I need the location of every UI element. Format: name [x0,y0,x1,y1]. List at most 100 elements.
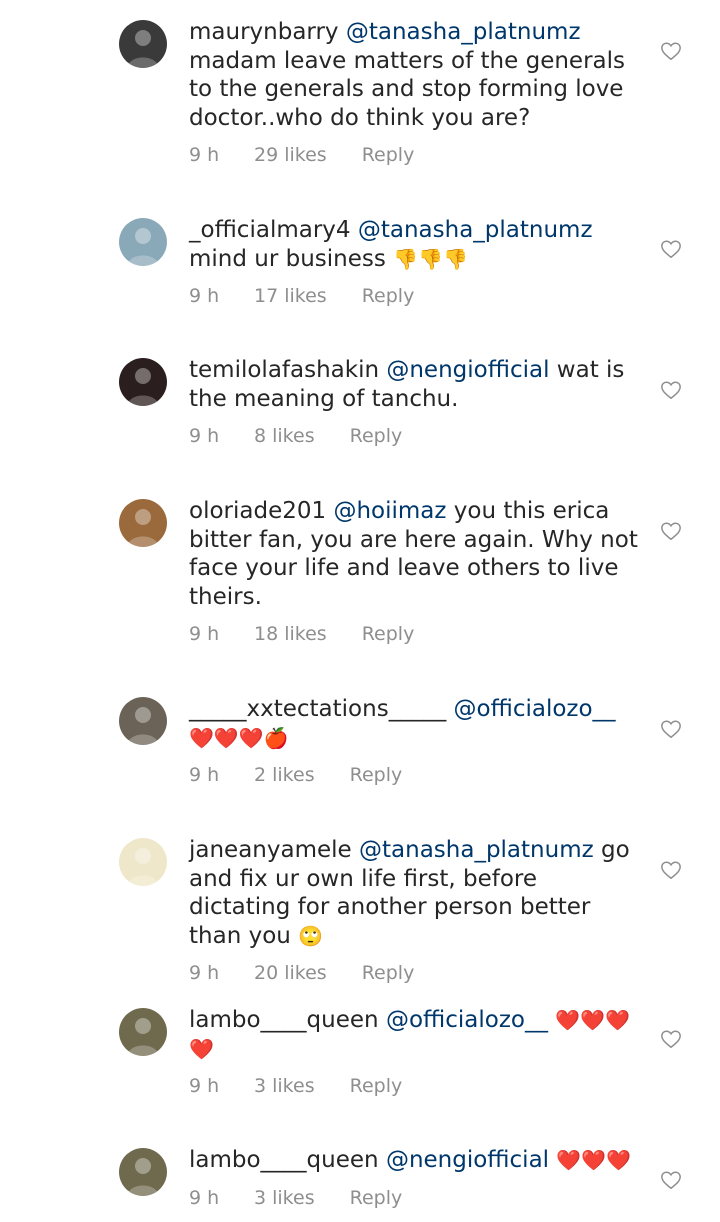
likes-count[interactable]: 17 likes [254,285,327,307]
comment-time: 9 h [189,144,220,166]
reply-button[interactable]: Reply [350,425,403,447]
comment-meta: 9 h 2 likes Reply [189,764,639,786]
comment-body: temilolafashakin @nengiofficial wat is t… [189,356,639,447]
likes-count[interactable]: 3 likes [254,1187,315,1209]
mention-link[interactable]: @hoiimaz [333,498,446,524]
comment-emoji: ❤️❤️❤️ [556,1148,632,1172]
likes-count[interactable]: 3 likes [254,1075,315,1097]
avatar[interactable] [119,358,167,406]
comment-text: maurynbarry @tanasha_platnumz madam leav… [189,18,639,132]
comment-meta: 9 h 17 likes Reply [189,285,639,307]
avatar-person-icon [127,228,159,266]
comment-text: lambo____queen @officialozo__ ❤️❤️❤️❤️ [189,1006,639,1063]
avatar[interactable] [119,1008,167,1056]
avatar-person-icon [127,368,159,406]
mention-link[interactable]: @officialozo__ [454,696,616,722]
avatar[interactable] [119,218,167,266]
mention-link[interactable]: @tanasha_platnumz [358,217,593,243]
likes-count[interactable]: 2 likes [254,764,315,786]
username-link[interactable]: maurynbarry [189,19,339,45]
avatar-person-icon [127,509,159,547]
mention-link[interactable]: @nengiofficial [386,1147,549,1173]
reply-button[interactable]: Reply [362,285,415,307]
reply-button[interactable]: Reply [350,1187,403,1209]
heart-outline-icon [661,720,681,739]
comment-body: janeanyamele @tanasha_platnumz go and fi… [189,836,639,984]
mention-link[interactable]: @tanasha_platnumz [359,837,594,863]
like-button[interactable] [660,859,682,881]
heart-outline-icon [661,522,681,541]
avatar-person-icon [127,30,159,68]
avatar-person-icon [127,848,159,886]
comment-time: 9 h [189,1186,220,1209]
username-link[interactable]: _officialmary4 [189,217,351,243]
comment-emoji: 👎👎👎 [393,246,468,271]
comment-time: 9 h [189,285,220,307]
avatar[interactable] [119,1148,167,1196]
comment-message: madam leave matters of the generals to t… [189,47,625,131]
comment-body: maurynbarry @tanasha_platnumz madam leav… [189,18,639,166]
reply-button[interactable]: Reply [362,962,415,984]
avatar[interactable] [119,697,167,745]
reply-button[interactable]: Reply [350,1075,403,1097]
likes-count[interactable]: 18 likes [254,623,327,645]
avatar[interactable] [119,838,167,886]
like-button[interactable] [660,1169,682,1191]
comment-body: _officialmary4 @tanasha_platnumz mind ur… [189,216,639,307]
heart-outline-icon [661,1030,681,1049]
avatar-person-icon [127,1018,159,1056]
like-button[interactable] [660,520,682,542]
comment-time: 9 h [189,425,220,447]
username-link[interactable]: _____xxtectations_____ [189,696,446,722]
comment-body: _____xxtectations_____ @officialozo__ ❤️… [189,695,639,786]
comment-body: oloriade201 @hoiimaz you this erica bitt… [189,497,639,645]
comment-body: lambo____queen @officialozo__ ❤️❤️❤️❤️ 9 … [189,1006,639,1097]
like-button[interactable] [660,238,682,260]
mention-link[interactable]: @nengiofficial [386,357,549,383]
avatar-person-icon [127,1158,159,1196]
comment-meta: 9 h 18 likes Reply [189,623,639,645]
reply-button[interactable]: Reply [362,623,415,645]
heart-outline-icon [661,1171,681,1190]
comment-text: lambo____queen @nengiofficial ❤️❤️❤️ [189,1146,639,1175]
like-button[interactable] [660,40,682,62]
comment-emoji: 🙄 [298,923,324,948]
likes-count[interactable]: 20 likes [254,962,327,984]
comment-meta: 9 h 8 likes Reply [189,425,639,447]
username-link[interactable]: temilolafashakin [189,357,379,383]
comment-text: janeanyamele @tanasha_platnumz go and fi… [189,836,639,950]
comment-meta: 9 h 29 likes Reply [189,144,639,166]
heart-outline-icon [661,42,681,61]
likes-count[interactable]: 8 likes [254,425,315,447]
username-link[interactable]: janeanyamele [189,837,352,863]
comment-list: maurynbarry @tanasha_platnumz madam leav… [0,0,720,1222]
comment-time: 9 h [189,623,220,645]
like-button[interactable] [660,1028,682,1050]
like-button[interactable] [660,718,682,740]
comment-text: temilolafashakin @nengiofficial wat is t… [189,356,639,413]
avatar-person-icon [127,707,159,745]
comment-time: 9 h [189,1075,220,1097]
comment-meta: 9 h 3 likes Reply [189,1187,639,1209]
heart-outline-icon [661,861,681,880]
username-link[interactable]: oloriade201 [189,498,326,524]
username-link[interactable]: lambo____queen [189,1007,379,1033]
reply-button[interactable]: Reply [362,144,415,166]
avatar[interactable] [119,499,167,547]
comment-message: mind ur business [189,245,386,272]
mention-link[interactable]: @officialozo__ [386,1007,548,1033]
heart-outline-icon [661,381,681,400]
avatar[interactable] [119,20,167,68]
heart-outline-icon [661,240,681,259]
comment-time: 9 h [189,764,220,786]
comment-text: _____xxtectations_____ @officialozo__ ❤️… [189,695,639,752]
likes-count[interactable]: 29 likes [254,144,327,166]
username-link[interactable]: lambo____queen [189,1147,379,1173]
comment-meta: 9 h 3 likes Reply [189,1075,639,1097]
comment-time: 9 h [189,962,220,984]
comment-text: _officialmary4 @tanasha_platnumz mind ur… [189,216,639,273]
comment-body: lambo____queen @nengiofficial ❤️❤️❤️ 9 h 3… [189,1146,639,1209]
mention-link[interactable]: @tanasha_platnumz [346,19,581,45]
like-button[interactable] [660,379,682,401]
reply-button[interactable]: Reply [350,764,403,786]
